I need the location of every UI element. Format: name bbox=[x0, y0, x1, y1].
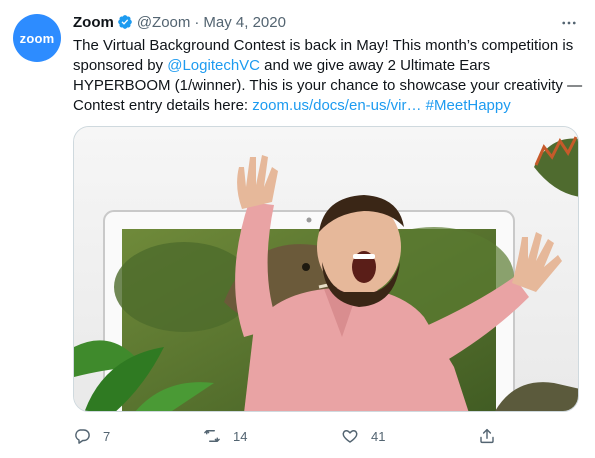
contest-photo bbox=[74, 127, 578, 411]
retweet-count: 14 bbox=[233, 428, 248, 444]
like-button[interactable]: 41 bbox=[341, 424, 385, 448]
reply-icon bbox=[75, 429, 90, 444]
tweet-date[interactable]: May 4, 2020 bbox=[203, 14, 286, 31]
retweet-icon bbox=[204, 430, 220, 442]
like-count: 41 bbox=[371, 428, 386, 444]
header-separator: · bbox=[194, 13, 200, 31]
tweet-header: Zoom @Zoom · May 4, 2020 bbox=[73, 12, 286, 32]
reply-count: 7 bbox=[103, 428, 111, 444]
more-icon[interactable] bbox=[559, 13, 579, 33]
retweet-button[interactable]: 14 bbox=[203, 424, 247, 448]
share-button[interactable] bbox=[478, 424, 496, 448]
verified-badge-icon bbox=[117, 15, 132, 29]
author-name[interactable]: Zoom bbox=[73, 14, 114, 31]
url-link[interactable]: zoom.us/docs/en-us/vir… bbox=[252, 97, 421, 114]
tweet-actions: 7 14 41 bbox=[73, 424, 583, 448]
hashtag-link[interactable]: #MeetHappy bbox=[426, 97, 511, 114]
share-icon bbox=[480, 428, 494, 444]
reply-button[interactable]: 7 bbox=[73, 424, 110, 448]
like-icon bbox=[342, 430, 358, 443]
author-handle[interactable]: @Zoom bbox=[137, 14, 191, 31]
tweet-image[interactable] bbox=[73, 126, 579, 412]
mention-link[interactable]: @LogitechVC bbox=[167, 57, 260, 74]
tweet[interactable]: zoom Zoom @Zoom · May 4, 2020 The Virtua… bbox=[0, 0, 595, 458]
tweet-text: The Virtual Background Contest is back i… bbox=[73, 36, 583, 116]
avatar[interactable]: zoom bbox=[13, 14, 61, 62]
avatar-logo-text: zoom bbox=[19, 30, 55, 46]
